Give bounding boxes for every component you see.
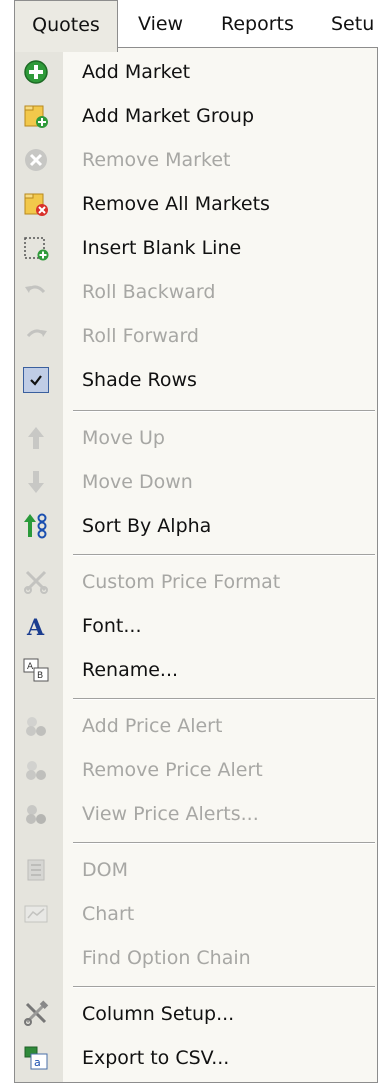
menu-separator <box>73 842 375 844</box>
menu-item-shade-rows[interactable]: Shade Rows <box>15 358 377 402</box>
menu-item-move-down[interactable]: Move Down <box>15 460 377 504</box>
menu-item-label: View Price Alerts... <box>82 803 259 825</box>
folder-remove-icon <box>21 189 51 219</box>
rename-icon: AB <box>21 655 51 685</box>
menu-item-add-market-group[interactable]: Add Market Group <box>15 94 377 138</box>
alert-add-icon <box>21 711 51 741</box>
menu-item-label: Column Setup... <box>82 1003 235 1025</box>
menu-item-label: Roll Forward <box>82 325 199 347</box>
arrow-up-icon <box>21 423 51 453</box>
menu-item-view-price-alerts[interactable]: View Price Alerts... <box>15 792 377 836</box>
menu-item-label: Custom Price Format <box>82 571 281 593</box>
menu-setup[interactable]: Setu <box>331 0 374 48</box>
menu-item-column-setup[interactable]: Column Setup... <box>15 992 377 1036</box>
menu-item-remove-price-alert[interactable]: Remove Price Alert <box>15 748 377 792</box>
menu-item-label: Remove Price Alert <box>82 759 263 781</box>
svg-text:a: a <box>34 1056 41 1069</box>
menu-item-label: Sort By Alpha <box>82 515 212 537</box>
alert-remove-icon <box>21 755 51 785</box>
menu-quotes[interactable]: Quotes <box>14 0 118 52</box>
scissors-icon <box>21 567 51 597</box>
remove-circle-icon <box>21 145 51 175</box>
menu-separator <box>73 986 375 988</box>
menu-item-custom-price-format[interactable]: Custom Price Format <box>15 560 377 604</box>
menu-item-label: Chart <box>82 903 135 925</box>
menu-item-label: Move Up <box>82 427 165 449</box>
menu-item-roll-backward[interactable]: Roll Backward <box>15 270 377 314</box>
menu-item-label: Add Market <box>82 61 191 83</box>
menu-item-label: Move Down <box>82 471 193 493</box>
csv-export-icon: a <box>21 1043 51 1073</box>
menu-separator <box>73 698 375 700</box>
menu-item-label: Font... <box>82 615 142 637</box>
menu-item-remove-market[interactable]: Remove Market <box>15 138 377 182</box>
add-circle-icon <box>21 57 51 87</box>
sort-icon <box>21 511 51 541</box>
menu-item-label: Remove All Markets <box>82 193 270 215</box>
menu-item-font[interactable]: A Font... <box>15 604 377 648</box>
svg-text:A: A <box>26 615 45 639</box>
menu-item-sort-by-alpha[interactable]: Sort By Alpha <box>15 504 377 548</box>
font-icon: A <box>21 611 51 641</box>
alert-view-icon <box>21 799 51 829</box>
checkbox <box>21 365 51 395</box>
menu-item-insert-blank-line[interactable]: Insert Blank Line <box>15 226 377 270</box>
menu-item-label: Shade Rows <box>82 369 197 391</box>
menu-item-label: Insert Blank Line <box>82 237 242 259</box>
dom-icon <box>21 855 51 885</box>
menu-item-label: Remove Market <box>82 149 231 171</box>
menu-item-rename[interactable]: AB Rename... <box>15 648 377 692</box>
insert-line-icon <box>21 233 51 263</box>
menu-bar: Quotes View Reports Setu <box>0 0 382 52</box>
menu-reports[interactable]: Reports <box>221 0 294 48</box>
menu-item-export-to-csv[interactable]: a Export to CSV... <box>15 1036 377 1080</box>
tools-icon <box>21 999 51 1029</box>
menu-item-label: Add Market Group <box>82 105 255 127</box>
menu-item-label: DOM <box>82 859 128 881</box>
menu-item-add-market[interactable]: Add Market <box>15 50 377 94</box>
menu-item-remove-all-markets[interactable]: Remove All Markets <box>15 182 377 226</box>
checkmark-icon <box>30 375 42 386</box>
redo-arrow-icon <box>21 321 51 351</box>
menu-item-label: Roll Backward <box>82 281 216 303</box>
menu-separator <box>73 554 375 556</box>
menu-view[interactable]: View <box>138 0 183 48</box>
menu-item-chart[interactable]: Chart <box>15 892 377 936</box>
menu-item-label: Rename... <box>82 659 179 681</box>
menu-separator <box>73 410 375 412</box>
menu-item-label: Export to CSV... <box>82 1047 230 1069</box>
menu-item-move-up[interactable]: Move Up <box>15 416 377 460</box>
menu-item-roll-forward[interactable]: Roll Forward <box>15 314 377 358</box>
menu-item-label: Find Option Chain <box>82 947 251 969</box>
menu-item-find-option-chain[interactable]: Find Option Chain <box>15 936 377 980</box>
menu-item-label: Add Price Alert <box>82 715 223 737</box>
menu-item-dom[interactable]: DOM <box>15 848 377 892</box>
folder-add-icon <box>21 101 51 131</box>
svg-text:B: B <box>37 671 43 681</box>
undo-arrow-icon <box>21 277 51 307</box>
quotes-dropdown-menu: Add Market Add Market Group Remove Marke… <box>14 47 378 1083</box>
chart-icon <box>21 899 51 929</box>
menu-item-add-price-alert[interactable]: Add Price Alert <box>15 704 377 748</box>
svg-text:A: A <box>27 662 34 672</box>
arrow-down-icon <box>21 467 51 497</box>
